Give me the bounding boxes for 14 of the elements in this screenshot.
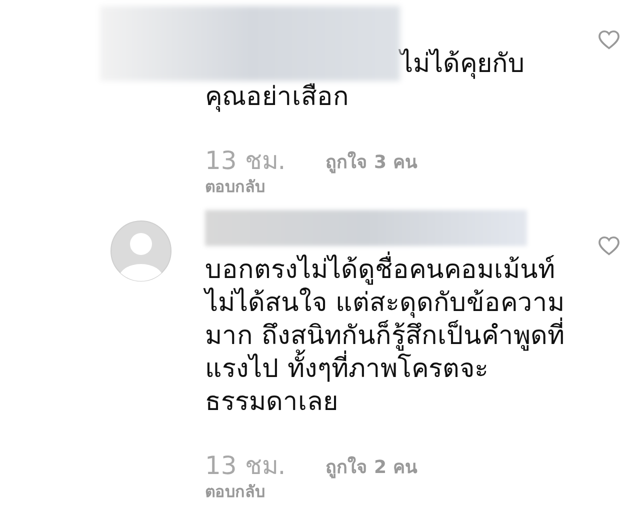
heart-icon[interactable] [598, 236, 620, 256]
avatar-icon[interactable] [110, 220, 172, 282]
comment-time: 13 ชม. [205, 146, 286, 176]
likes-count[interactable]: ถูกใจ 2 คน [326, 455, 417, 481]
comment-text: คุณอย่าเสือก [205, 81, 350, 114]
heart-icon[interactable] [598, 30, 620, 50]
reply-link[interactable]: ตอบกลับ [205, 176, 265, 198]
likes-count[interactable]: ถูกใจ 3 คน [326, 150, 417, 176]
reply-link[interactable]: ตอบกลับ [205, 481, 265, 503]
comment-text: ธรรมดาเลย [205, 386, 339, 419]
comment-time: 13 ชม. [205, 451, 286, 481]
comment-text: บอกตรงไม่ได้ดูชื่อคนคอมเม้นท์ [205, 254, 598, 287]
comment-text: ไม่ได้สนใจ แต่สะดุดกับข้อความ [205, 287, 566, 318]
comment-text: ไม่ได้คุยกับ [400, 48, 525, 81]
